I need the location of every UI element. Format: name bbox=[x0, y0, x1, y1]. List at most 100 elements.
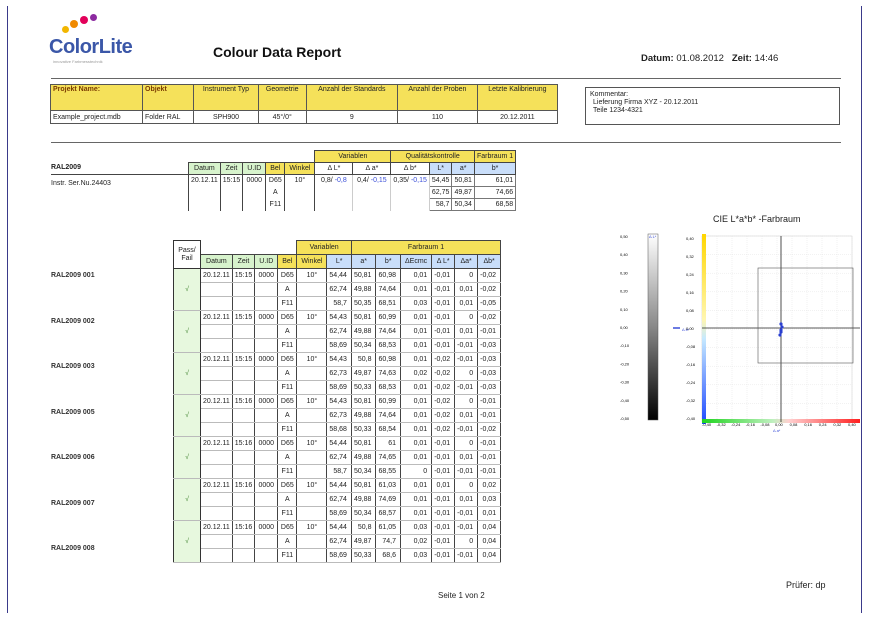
samples-col-header: Δ L* bbox=[431, 254, 456, 269]
sample-value: 62,74 bbox=[326, 282, 352, 297]
sample-angle: 10° bbox=[296, 394, 328, 409]
sample-value: 0,04 bbox=[477, 548, 502, 563]
da-tick: 0,00 bbox=[775, 422, 784, 427]
sample-row: F11 58,7 50,34 68,55 0 -0,01 -0,01 -0,01 bbox=[174, 464, 502, 479]
sample-value: -0,01 bbox=[454, 352, 479, 367]
sample-value: 0,01 bbox=[400, 506, 433, 521]
sample-value: 0,01 bbox=[477, 506, 502, 521]
sample-row: A 62,73 49,87 74,63 0,02 -0,02 0 -0,03 bbox=[174, 366, 502, 381]
sample-row: √ 20.12.11 15:16 0000 D65 10° 54,44 50,81 61,03 0… bbox=[173, 478, 502, 521]
sample-value: -0,03 bbox=[477, 380, 502, 395]
sample-value: -0,01 bbox=[431, 338, 456, 353]
standard-cell bbox=[284, 198, 316, 211]
standard-name: RAL2009 bbox=[51, 164, 81, 171]
sample-value: 0,01 bbox=[454, 282, 479, 297]
sample-value: 68,55 bbox=[375, 464, 401, 479]
sample-value: 0,01 bbox=[400, 352, 433, 367]
report-date: Datum: 01.08.2012 Zeit: 14:46 bbox=[641, 53, 779, 64]
sample-meta-cell bbox=[254, 408, 279, 423]
sample-row: √ 20.12.11 15:15 0000 D65 10° 54,44 50,81 60,98 0… bbox=[173, 268, 502, 311]
standard-lab-cell: 50,81 bbox=[451, 174, 475, 187]
sample-value: 0,01 bbox=[454, 450, 479, 465]
sample-value: 0,03 bbox=[400, 548, 433, 563]
sample-angle: 10° bbox=[296, 436, 328, 451]
sample-meta-cell bbox=[200, 422, 233, 437]
sample-meta-cell bbox=[254, 324, 279, 339]
sample-value: 62,73 bbox=[326, 366, 352, 381]
sample-value: 50,33 bbox=[351, 422, 377, 437]
standard-cell: 20.12.11 bbox=[188, 174, 221, 187]
sample-row: A 62,74 49,88 74,64 0,01 -0,01 0,01 -0,02 bbox=[174, 282, 502, 297]
standard-qc-cell bbox=[390, 186, 430, 199]
sample-value: 0,01 bbox=[400, 394, 433, 409]
sample-value: 74,63 bbox=[375, 366, 401, 381]
sample-value: 61 bbox=[375, 436, 401, 451]
sample-value: -0,01 bbox=[431, 534, 456, 549]
sample-meta-cell bbox=[254, 422, 279, 437]
project-header: Anzahl der Proben bbox=[397, 84, 478, 111]
project-value: 9 bbox=[305, 110, 399, 124]
standard-lab-cell: 50,34 bbox=[451, 198, 475, 211]
sample-value: 58,7 bbox=[326, 296, 352, 311]
sample-value: 0,01 bbox=[400, 436, 433, 451]
sample-value: 50,81 bbox=[351, 268, 377, 283]
sample-angle bbox=[296, 380, 328, 395]
sample-illuminant: F11 bbox=[277, 296, 298, 311]
standard-lab-cell: 54,45 bbox=[428, 174, 453, 187]
project-value: 20.12.2011 bbox=[476, 110, 559, 124]
sample-meta-cell: 20.12.11 bbox=[200, 436, 233, 451]
standard-lab-cell: 49,87 bbox=[451, 186, 475, 199]
standard-instrument: Instr. Ser.Nu.24403 bbox=[51, 180, 111, 187]
sample-value: 68,53 bbox=[375, 338, 401, 353]
project-table: Projekt Name: Objekt Instrument Typ Geometr… bbox=[50, 84, 559, 124]
db-tick: 0,40 bbox=[686, 236, 695, 241]
sample-value: 0,01 bbox=[400, 422, 433, 437]
sample-meta-cell: 20.12.11 bbox=[200, 520, 233, 535]
sample-meta-cell bbox=[200, 338, 233, 353]
sample-value: 60,98 bbox=[375, 352, 401, 367]
sample-value: -0,01 bbox=[431, 324, 456, 339]
sample-illuminant: F11 bbox=[277, 338, 298, 353]
sample-value: -0,02 bbox=[477, 268, 502, 283]
samples-col-header: Zeit bbox=[231, 254, 256, 269]
standard-cell bbox=[220, 186, 244, 199]
sample-value: -0,01 bbox=[477, 450, 502, 465]
dl-axis: 0,50 0,40 0,30 0,20 0,10 0,00 -0,10 -0,20 -0,30 -… bbox=[620, 234, 630, 421]
sample-value: 54,43 bbox=[326, 394, 352, 409]
sample-value: -0,01 bbox=[454, 520, 479, 535]
pass-icon: √ bbox=[173, 394, 201, 437]
sample-value: 50,35 bbox=[351, 296, 377, 311]
standard-cell: F11 bbox=[265, 198, 286, 211]
sample-value: 54,44 bbox=[326, 478, 352, 493]
sample-value: 0,01 bbox=[400, 408, 433, 423]
sample-angle bbox=[296, 366, 328, 381]
sample-value: 0,03 bbox=[400, 520, 433, 535]
standard-cell bbox=[188, 186, 221, 199]
sample-illuminant: D65 bbox=[277, 478, 298, 493]
sample-illuminant: A bbox=[277, 408, 298, 423]
sample-meta-cell bbox=[254, 534, 279, 549]
project-header: Anzahl der Standards bbox=[305, 84, 399, 111]
sample-value: 0,01 bbox=[400, 450, 433, 465]
samples-col-header: Δa* bbox=[454, 254, 479, 269]
standard-col-header: Δ b* bbox=[390, 162, 430, 175]
sample-value: 0,01 bbox=[400, 324, 433, 339]
sample-value: -0,01 bbox=[454, 464, 479, 479]
sample-illuminant: A bbox=[277, 282, 298, 297]
sample-illuminant: A bbox=[277, 534, 298, 549]
sample-meta-cell: 15:15 bbox=[232, 310, 256, 325]
sample-value: 58,7 bbox=[326, 464, 352, 479]
dl-tick: -0,10 bbox=[620, 343, 630, 348]
sample-value: -0,01 bbox=[454, 422, 479, 437]
sample-illuminant: F11 bbox=[277, 422, 298, 437]
sample-row: √ 20.12.11 15:16 0000 D65 10° 54,44 50,81 61 0,01… bbox=[173, 436, 502, 479]
project-header: Letzte Kalibrierung bbox=[476, 84, 559, 111]
sample-meta-cell: 15:15 bbox=[232, 268, 256, 283]
da-tick: -0,32 bbox=[717, 422, 727, 427]
sample-value: 68,57 bbox=[375, 506, 401, 521]
sample-meta-cell: 0000 bbox=[254, 394, 279, 409]
sample-meta-cell bbox=[200, 296, 233, 311]
sample-meta-cell bbox=[232, 548, 256, 563]
sample-value: -0,01 bbox=[431, 548, 456, 563]
samples-col-header: U.ID bbox=[254, 254, 279, 269]
